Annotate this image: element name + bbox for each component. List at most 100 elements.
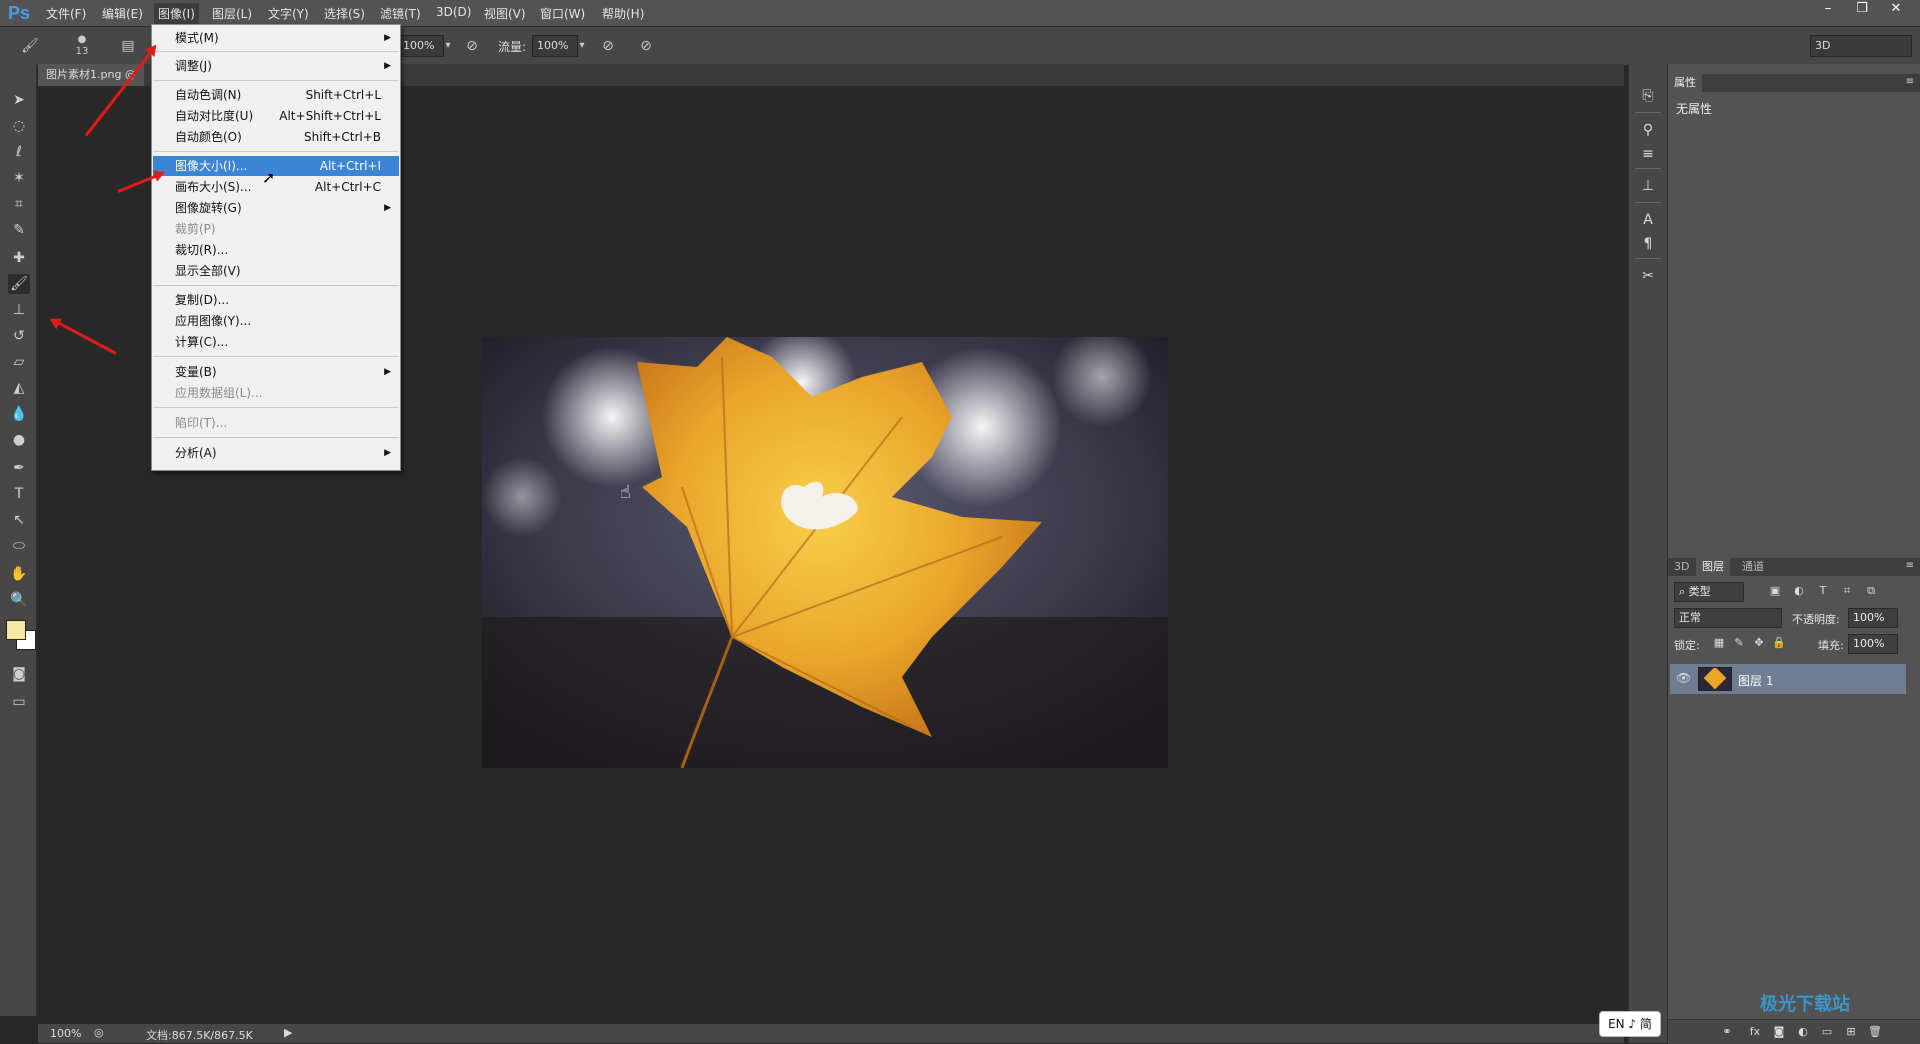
flow-dropdown-icon[interactable]: ▾ xyxy=(572,36,592,56)
close-button[interactable]: ✕ xyxy=(1880,1,1912,19)
menu-item-image-rotation[interactable]: 图像旋转(G) ▶ xyxy=(153,198,399,218)
status-options-icon[interactable]: ◎ xyxy=(94,1026,104,1039)
layer-opacity-field[interactable]: 100% xyxy=(1848,608,1898,628)
add-mask-icon[interactable]: ◙ xyxy=(1772,1025,1786,1039)
history-panel-icon[interactable]: ⎘ xyxy=(1638,86,1658,106)
menu-item-variables[interactable]: 变量(B) ▶ xyxy=(153,362,399,382)
type-tool-icon[interactable]: T xyxy=(8,484,30,504)
canvas-image-autumn-leaf[interactable] xyxy=(482,337,1168,768)
dodge-tool-icon[interactable]: ● xyxy=(8,430,30,450)
ellipse-tool-icon[interactable]: ⬭ xyxy=(8,536,30,556)
paint-bucket-tool-icon[interactable]: ◭ xyxy=(8,378,30,398)
crop-tool-icon[interactable]: ⌗ xyxy=(8,194,30,214)
brush-presets-icon[interactable]: ⚲ xyxy=(1638,120,1658,140)
layer-filter-kind[interactable]: ⌕ 类型 xyxy=(1674,582,1744,602)
opacity-dropdown-icon[interactable]: ▾ xyxy=(438,36,458,56)
filter-smart-object-icon[interactable]: ⧉ xyxy=(1864,584,1878,598)
pressure-size-icon[interactable]: ⊘ xyxy=(636,36,656,56)
brush-tool-preset-icon[interactable]: 🖌 xyxy=(20,36,40,56)
layer-fill-field[interactable]: 100% xyxy=(1848,634,1898,654)
menu-item-duplicate[interactable]: 复制(D)... xyxy=(153,290,399,310)
menu-item-auto-contrast[interactable]: 自动对比度(U) Alt+Shift+Ctrl+L xyxy=(153,106,399,126)
character-panel-icon[interactable]: A xyxy=(1638,210,1658,230)
menu-item-auto-tone[interactable]: 自动色调(N) Shift+Ctrl+L xyxy=(153,85,399,105)
menu-item-mode[interactable]: 模式(M) ▶ xyxy=(153,28,399,48)
healing-brush-tool-icon[interactable]: ✚ xyxy=(8,248,30,268)
tab-properties[interactable]: 属性 xyxy=(1668,74,1702,92)
menu-layer[interactable]: 图层(L) xyxy=(208,5,256,22)
history-brush-tool-icon[interactable]: ↺ xyxy=(8,326,30,346)
link-layers-icon[interactable]: ⚭ xyxy=(1720,1025,1734,1039)
layer-row[interactable]: 👁 图层 1 xyxy=(1670,664,1906,694)
clone-stamp-tool-icon[interactable]: ⊥ xyxy=(8,300,30,320)
menu-item-calculations[interactable]: 计算(C)... xyxy=(153,332,399,352)
layer-style-fx-icon[interactable]: fx xyxy=(1748,1025,1762,1039)
layers-panel-menu-icon[interactable]: ≡ xyxy=(1906,560,1914,571)
filter-shape-icon[interactable]: ⌗ xyxy=(1840,584,1854,598)
marquee-tool-icon[interactable]: ◌ xyxy=(8,116,30,136)
menu-3d[interactable]: 3D(D) xyxy=(432,5,475,19)
quick-mask-icon[interactable]: ◙ xyxy=(8,664,30,684)
screen-mode-icon[interactable]: ▭ xyxy=(8,692,30,712)
menu-item-analysis[interactable]: 分析(A) ▶ xyxy=(153,443,399,463)
status-zoom[interactable]: 100% xyxy=(50,1027,81,1040)
menu-select[interactable]: 选择(S) xyxy=(320,5,369,22)
new-layer-icon[interactable]: ⊞ xyxy=(1844,1025,1858,1039)
menu-edit[interactable]: 编辑(E) xyxy=(98,5,147,22)
filter-adjustment-icon[interactable]: ◐ xyxy=(1792,584,1806,598)
menu-filter[interactable]: 滤镜(T) xyxy=(376,5,425,22)
pressure-opacity-icon[interactable]: ⊘ xyxy=(462,36,482,56)
brush-size-picker[interactable]: ● 13 xyxy=(72,34,92,57)
menu-item-image-size[interactable]: 图像大小(I)... Alt+Ctrl+I xyxy=(153,156,399,176)
clone-source-icon[interactable]: ⊥ xyxy=(1638,176,1658,196)
zoom-tool-icon[interactable]: 🔍 xyxy=(8,590,30,610)
tool-presets-icon[interactable]: ✂ xyxy=(1638,266,1658,286)
menu-view[interactable]: 视图(V) xyxy=(480,5,530,22)
eyedropper-tool-icon[interactable]: ✎ xyxy=(8,220,30,240)
status-menu-arrow-icon[interactable]: ▶ xyxy=(284,1026,292,1039)
workspace-switcher[interactable]: 3D xyxy=(1810,35,1912,57)
lock-transparency-icon[interactable]: ▦ xyxy=(1712,636,1726,650)
tab-channels[interactable]: 通道 xyxy=(1736,558,1770,576)
airbrush-icon[interactable]: ⊘ xyxy=(598,36,618,56)
move-tool-icon[interactable]: ➤ xyxy=(8,90,30,110)
ime-indicator[interactable]: EN ♪ 简 xyxy=(1599,1011,1661,1037)
pen-tool-icon[interactable]: ✒ xyxy=(8,458,30,478)
magic-wand-tool-icon[interactable]: ✶ xyxy=(8,168,30,188)
delete-layer-icon[interactable]: 🗑 xyxy=(1868,1025,1882,1039)
tab-layers[interactable]: 图层 xyxy=(1696,558,1730,576)
blend-mode-select[interactable]: 正常 xyxy=(1674,608,1782,628)
filter-pixel-icon[interactable]: ▣ xyxy=(1768,584,1782,598)
filter-type-icon[interactable]: T xyxy=(1816,584,1830,598)
menu-item-canvas-size[interactable]: 画布大小(S)... Alt+Ctrl+C xyxy=(153,177,399,197)
menu-item-apply-image[interactable]: 应用图像(Y)... xyxy=(153,311,399,331)
menu-item-trim[interactable]: 裁切(R)... xyxy=(153,240,399,260)
minimize-button[interactable]: – xyxy=(1812,1,1844,19)
menu-help[interactable]: 帮助(H) xyxy=(598,5,648,22)
panel-menu-icon[interactable]: ≡ xyxy=(1906,76,1914,87)
menu-window[interactable]: 窗口(W) xyxy=(536,5,589,22)
menu-image[interactable]: 图像(I) xyxy=(154,3,199,24)
lock-all-icon[interactable]: 🔒 xyxy=(1772,636,1786,650)
restore-button[interactable]: ❐ xyxy=(1846,1,1878,19)
paragraph-panel-icon[interactable]: ¶ xyxy=(1638,234,1658,254)
adjustment-layer-icon[interactable]: ◐ xyxy=(1796,1025,1810,1039)
menu-type[interactable]: 文字(Y) xyxy=(264,5,313,22)
blur-tool-icon[interactable]: 💧 xyxy=(8,404,30,424)
tab-3d[interactable]: 3D xyxy=(1668,558,1695,576)
new-group-icon[interactable]: ▭ xyxy=(1820,1025,1834,1039)
path-selection-tool-icon[interactable]: ↖ xyxy=(8,510,30,530)
layer-name[interactable]: 图层 1 xyxy=(1738,672,1773,689)
menu-item-reveal-all[interactable]: 显示全部(V) xyxy=(153,261,399,281)
brush-tool-icon[interactable]: 🖌 xyxy=(8,274,30,294)
menu-item-adjustments[interactable]: 调整(J) ▶ xyxy=(153,56,399,76)
foreground-color-swatch[interactable] xyxy=(6,620,26,640)
lock-image-icon[interactable]: ✎ xyxy=(1732,636,1746,650)
hand-tool-icon[interactable]: ✋ xyxy=(8,564,30,584)
lock-position-icon[interactable]: ✥ xyxy=(1752,636,1766,650)
eraser-tool-icon[interactable]: ▱ xyxy=(8,352,30,372)
lasso-tool-icon[interactable]: ℓ xyxy=(8,142,30,162)
brush-panel-icon[interactable]: ≡ xyxy=(1638,144,1658,164)
brush-panel-toggle-icon[interactable]: ▤ xyxy=(118,36,138,56)
menu-file[interactable]: 文件(F) xyxy=(42,5,90,22)
